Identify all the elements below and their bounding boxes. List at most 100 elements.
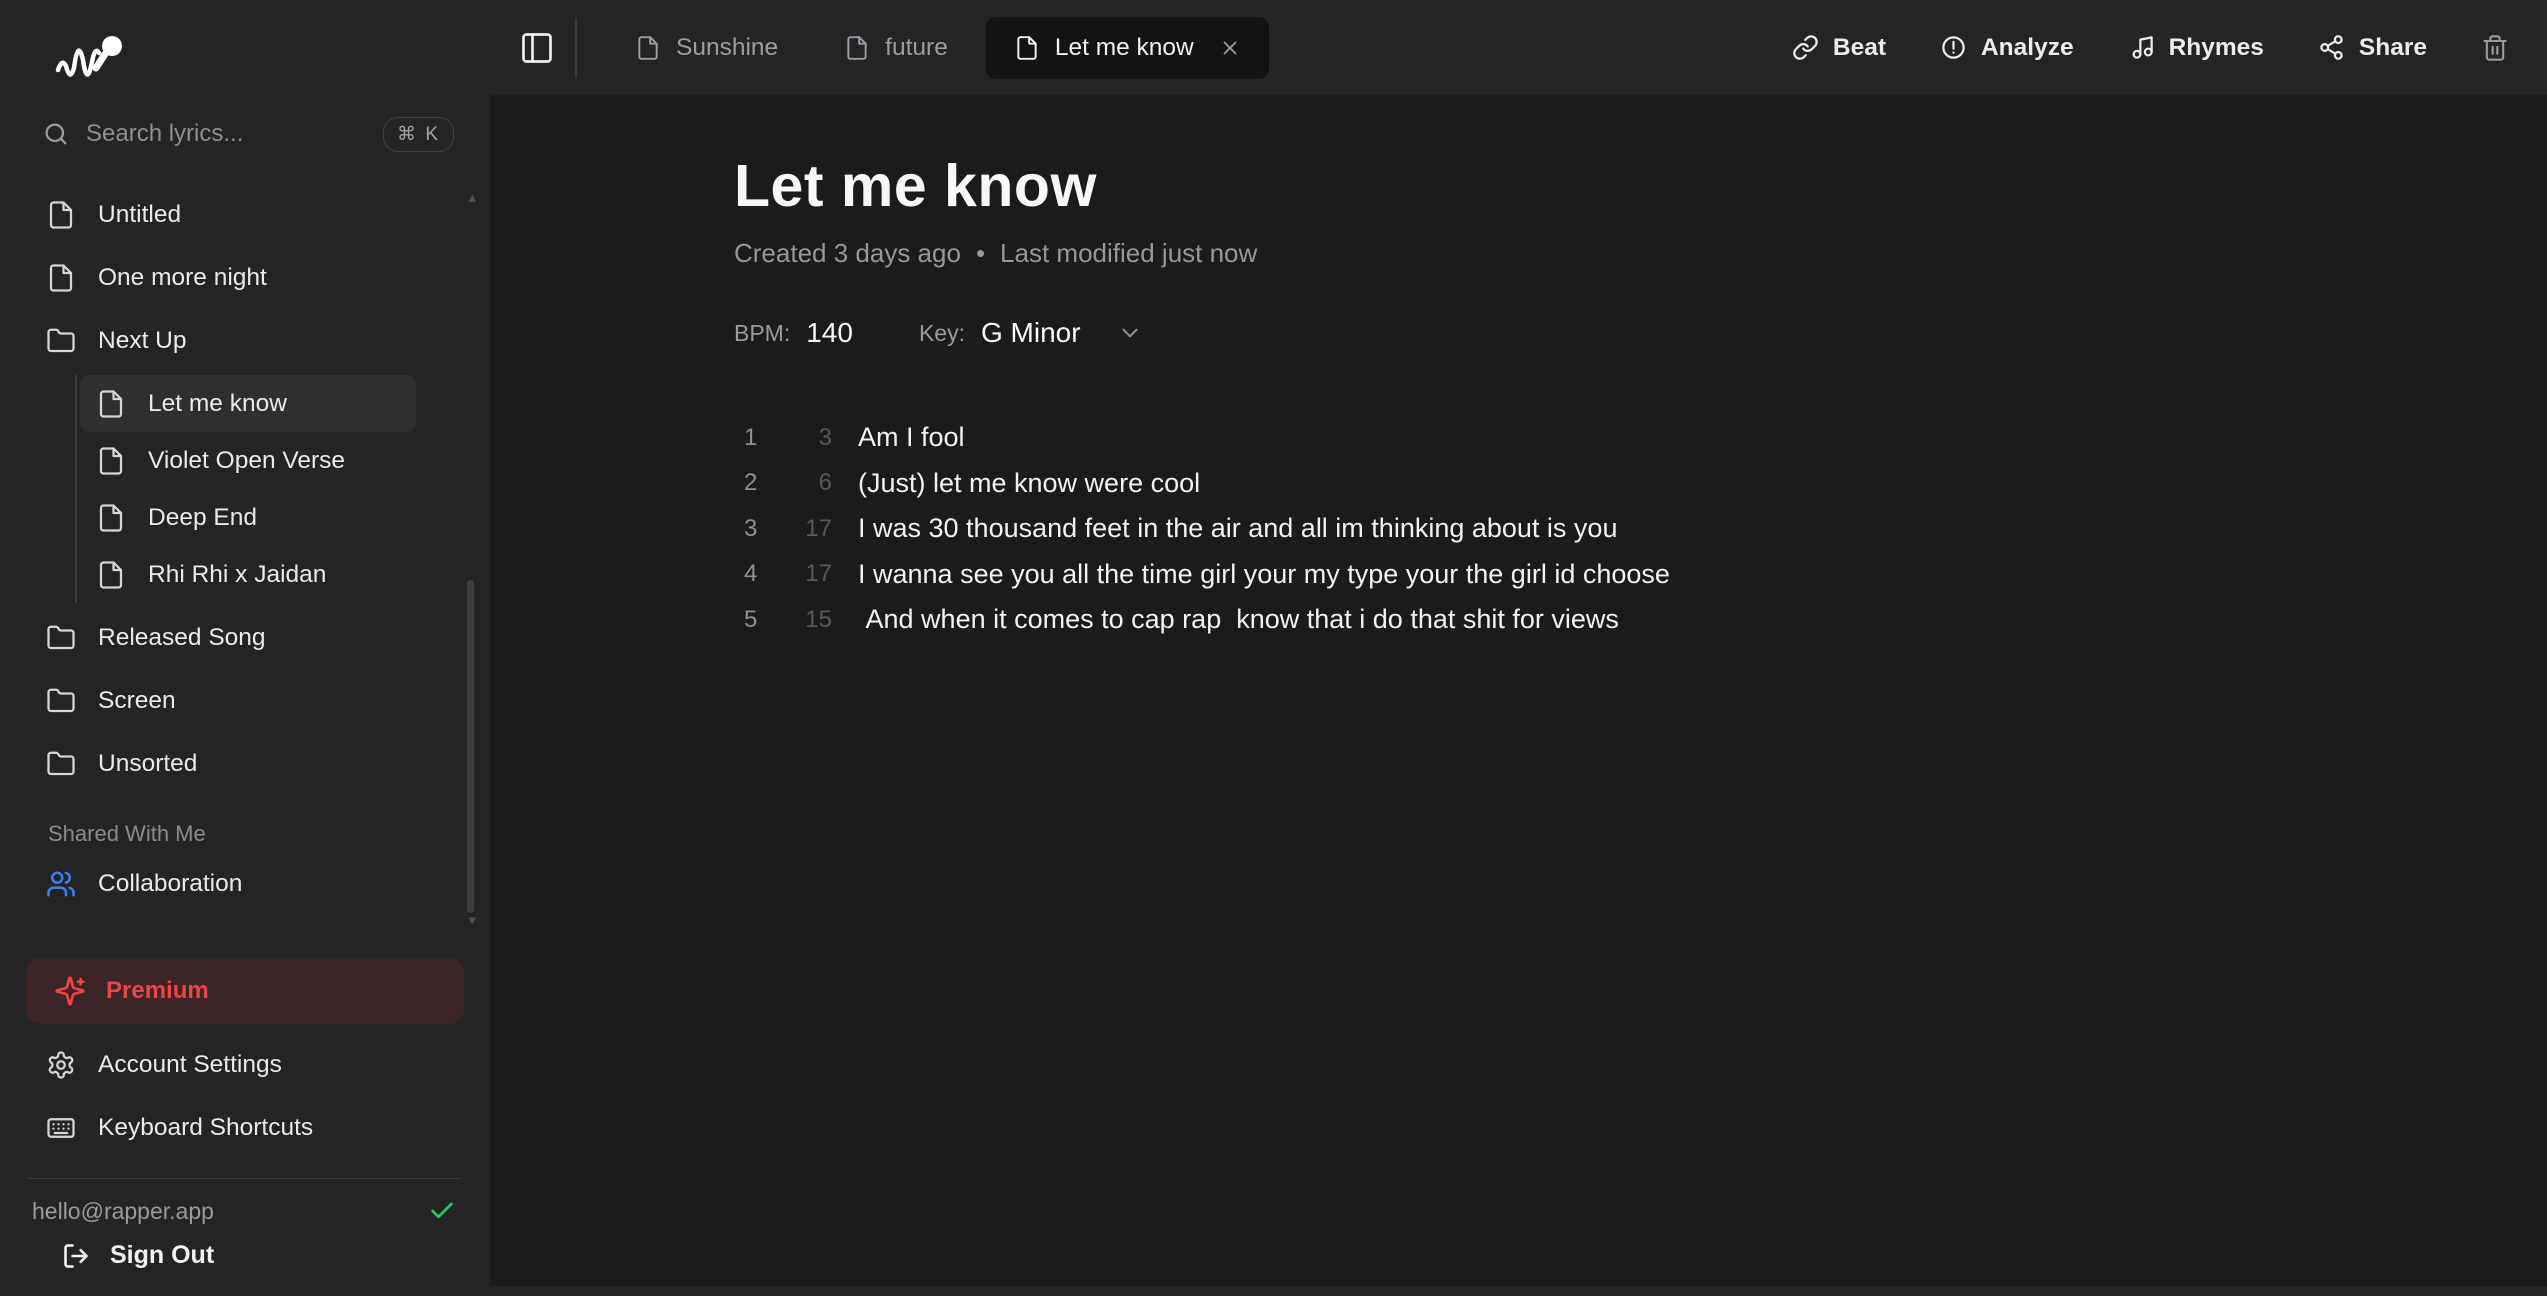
document-meta: Created 3 days ago • Last modified just … [734,238,2487,269]
logout-icon [62,1242,90,1270]
key-value[interactable]: G Minor [981,317,1081,349]
line-number: 3 [734,515,772,543]
sidebar-folder-screen[interactable]: Screen [26,672,464,730]
bpm-value[interactable]: 140 [806,317,853,349]
sidebar-folder-next-up[interactable]: Next Up [26,312,464,370]
toolbar: Beat Analyze Rhymes Share [1792,34,2547,62]
close-icon [1219,37,1241,59]
rhymes-label: Rhymes [2169,34,2264,62]
rhymes-button[interactable]: Rhymes [2128,34,2264,62]
search-input[interactable] [86,120,367,148]
lyric-line[interactable]: 3 17 I was 30 thousand feet in the air a… [734,506,2487,552]
keyboard-shortcuts-button[interactable]: Keyboard Shortcuts [26,1099,464,1157]
sidebar-scrollbar[interactable] [467,580,474,913]
gear-icon [46,1050,76,1080]
toggle-sidebar-button[interactable] [513,24,561,72]
analyze-button[interactable]: Analyze [1940,34,2074,62]
sidebar-item-label: Rhi Rhi x Jaidan [148,561,326,589]
keyboard-shortcut-badge: ⌘ K [383,117,454,152]
line-number: 2 [734,469,772,497]
sidebar: ⌘ K Untitled One more night Next Up Let … [0,0,490,1296]
modified-timestamp: Last modified just now [1000,238,1257,269]
share-icon [2318,34,2345,61]
lyric-text[interactable]: I wanna see you all the time girl your m… [838,559,2487,590]
close-tab-button[interactable] [1219,37,1241,59]
main-area: Sunshine future Let me know Beat [490,0,2547,1296]
file-icon [96,503,126,533]
scrollbar-down-arrow[interactable]: ▾ [468,913,476,928]
sidebar-item-label: Deep End [148,504,257,532]
sign-out-label: Sign Out [110,1241,214,1270]
lyric-line[interactable]: 4 17 I wanna see you all the time girl y… [734,552,2487,598]
file-icon [96,446,126,476]
sign-out-button[interactable]: Sign Out [62,1241,464,1270]
folder-icon [46,686,76,716]
lyric-text[interactable]: Am I fool [838,422,2487,453]
check-icon [428,1197,456,1225]
lyric-line[interactable]: 1 3 Am I fool [734,415,2487,461]
sidebar-item-label: Violet Open Verse [148,447,345,475]
app-logo [54,30,464,94]
users-icon [46,869,76,899]
meta-separator: • [976,238,985,269]
beat-label: Beat [1833,34,1886,62]
sidebar-item-label: Screen [98,687,176,715]
lyrics-editor[interactable]: 1 3 Am I fool 2 6 (Just) let me know wer… [734,415,2487,643]
song-title[interactable]: Let me know [734,152,2487,220]
sidebar-item-label: Let me know [148,390,287,418]
sidebar-item-label: Collaboration [98,870,242,898]
line-number: 4 [734,560,772,588]
scrollbar-up-arrow[interactable]: ▴ [468,190,476,205]
tab-future[interactable]: future [816,17,976,79]
lyric-text[interactable]: (Just) let me know were cool [838,468,2487,499]
account-settings-button[interactable]: Account Settings [26,1036,464,1094]
created-timestamp: Created 3 days ago [734,238,961,269]
app-window: ⌘ K Untitled One more night Next Up Let … [0,0,2547,1296]
trash-icon [2481,34,2509,62]
tab-let-me-know[interactable]: Let me know [986,17,1269,79]
sidebar-item-let-me-know[interactable]: Let me know [80,375,416,432]
syllable-count: 6 [772,469,838,497]
editor-panel: Let me know Created 3 days ago • Last mo… [490,95,2547,1286]
delete-button[interactable] [2481,34,2509,62]
sidebar-divider [28,1178,462,1179]
sidebar-folder-unsorted[interactable]: Unsorted [26,735,464,793]
sidebar-item-deep-end[interactable]: Deep End [80,489,416,546]
bpm-label: BPM: [734,320,790,347]
folder-icon [46,326,76,356]
music-note-icon [2128,34,2155,61]
sidebar-item-collaboration[interactable]: Collaboration [26,855,464,913]
key-label: Key: [919,320,965,347]
chevron-down-icon [1117,320,1143,346]
folder-children: Let me know Violet Open Verse Deep End R… [75,375,416,603]
sidebar-item-untitled[interactable]: Untitled [26,186,464,244]
panel-left-icon [519,30,555,66]
sparkles-icon [54,975,86,1007]
sidebar-item-violet-open-verse[interactable]: Violet Open Verse [80,432,416,489]
account-email-row: hello@rapper.app [26,1191,464,1225]
beat-button[interactable]: Beat [1792,34,1886,62]
sidebar-item-rhi-rhi-x-jaidan[interactable]: Rhi Rhi x Jaidan [80,546,416,603]
key-dropdown-button[interactable] [1117,320,1143,346]
lyric-text[interactable]: I was 30 thousand feet in the air and al… [838,513,2487,544]
search-bar[interactable]: ⌘ K [26,108,464,160]
sidebar-folder-released-song[interactable]: Released Song [26,609,464,667]
tabs: Sunshine future Let me know [607,17,1269,79]
lyric-line[interactable]: 2 6 (Just) let me know were cool [734,461,2487,507]
file-icon [96,389,126,419]
keyboard-icon [46,1113,76,1143]
lyric-line[interactable]: 5 15 And when it comes to cap rap know t… [734,597,2487,643]
syllable-count: 17 [772,515,838,543]
syllable-count: 3 [772,424,838,452]
folder-icon [46,623,76,653]
analyze-label: Analyze [1981,34,2074,62]
premium-button[interactable]: Premium [26,958,464,1024]
sidebar-nav: Untitled One more night Next Up Let me k… [26,186,464,918]
tabbar-separator [575,18,577,78]
share-label: Share [2359,34,2427,62]
tab-sunshine[interactable]: Sunshine [607,17,806,79]
sidebar-item-one-more-night[interactable]: One more night [26,249,464,307]
file-icon [46,200,76,230]
lyric-text[interactable]: And when it comes to cap rap know that i… [838,604,2487,635]
share-button[interactable]: Share [2318,34,2427,62]
